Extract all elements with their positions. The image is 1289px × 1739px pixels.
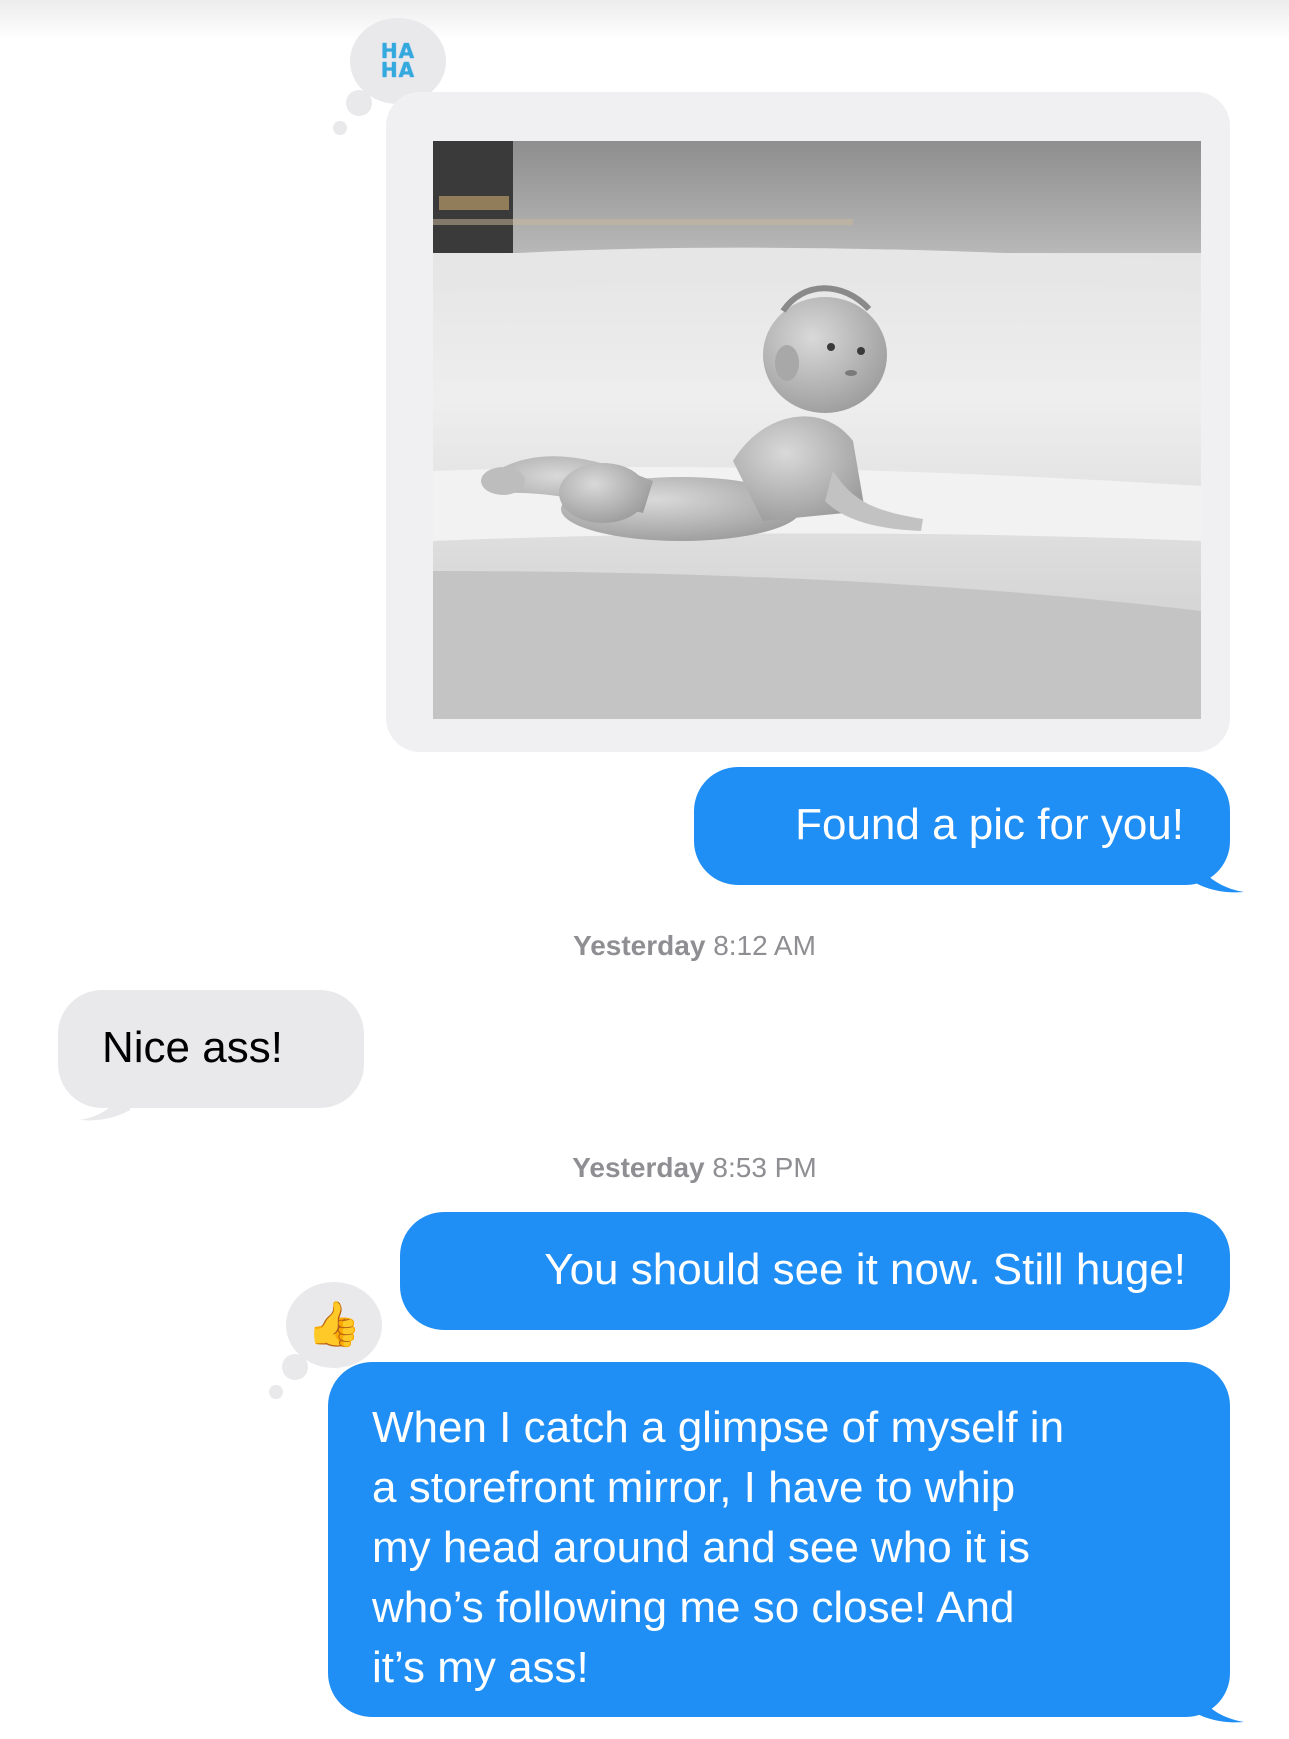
bubble-tail	[1194, 858, 1244, 893]
timestamp: Yesterday 8:53 PM	[572, 1152, 817, 1183]
message-text: Nice ass!	[102, 1023, 283, 1072]
message-text-line: it’s my ass!	[372, 1643, 589, 1692]
message-text-line: When I catch a glimpse of myself in	[372, 1403, 1065, 1452]
thumbs-up-reaction[interactable]: 👍	[269, 1282, 382, 1399]
photo-message[interactable]	[386, 92, 1230, 752]
message-bubble-sent[interactable]: When I catch a glimpse of myself in a st…	[328, 1362, 1230, 1717]
baby-photo[interactable]	[433, 141, 1201, 719]
message-bubble-sent[interactable]: Found a pic for you!	[694, 767, 1230, 885]
message-text-line: my head around and see who it is	[372, 1523, 1030, 1572]
baby-photo-image	[433, 141, 1201, 719]
bubble-tail	[1194, 1688, 1244, 1723]
message-text-line: who’s following me so close! And	[372, 1583, 1015, 1632]
bubble-tail	[80, 1084, 130, 1121]
message-text: Found a pic for you!	[795, 800, 1184, 849]
timestamp: Yesterday 8:12 AM	[573, 930, 816, 961]
thumbs-up-icon: 👍	[306, 1300, 362, 1349]
haha-icon: HA HA	[380, 39, 416, 82]
message-text-line: a storefront mirror, I have to whip	[372, 1463, 1016, 1512]
top-fade	[0, 0, 1289, 40]
message-bubble-sent[interactable]: You should see it now. Still huge!	[400, 1212, 1230, 1330]
message-text: You should see it now. Still huge!	[544, 1245, 1186, 1294]
